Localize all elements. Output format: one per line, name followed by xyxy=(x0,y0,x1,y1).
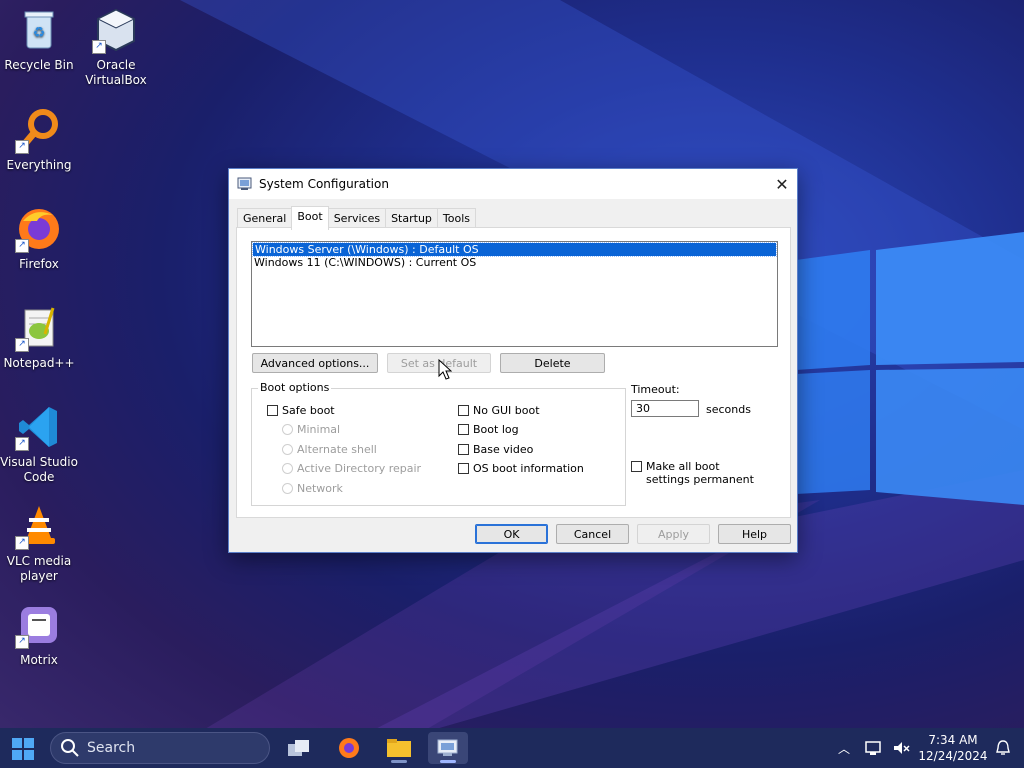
network-icon[interactable] xyxy=(864,739,884,757)
taskbar-file-explorer[interactable] xyxy=(379,732,419,764)
help-button[interactable]: Help xyxy=(718,524,791,544)
desktop-icon-notepad-plus-plus[interactable]: ↗ Notepad++ xyxy=(0,304,78,371)
minimal-radio[interactable]: Minimal xyxy=(282,423,340,436)
vlc-icon: ↗ xyxy=(15,502,63,550)
dialog-titlebar[interactable]: System Configuration ✕ xyxy=(229,169,797,199)
desktop-icon-firefox[interactable]: ↗ Firefox xyxy=(0,205,78,272)
desktop-icon-oracle-virtualbox[interactable]: ↗ Oracle VirtualBox xyxy=(77,6,155,88)
base-video-checkbox[interactable]: Base video xyxy=(458,443,533,456)
taskbar-system-configuration[interactable] xyxy=(428,732,468,764)
desktop-icon-everything[interactable]: ↗ Everything xyxy=(0,106,78,173)
notification-bell-icon[interactable] xyxy=(995,739,1011,757)
mouse-cursor-icon xyxy=(438,359,452,380)
cancel-button[interactable]: Cancel xyxy=(556,524,629,544)
task-view-button[interactable] xyxy=(279,732,319,764)
search-icon xyxy=(61,739,79,757)
firefox-icon xyxy=(339,738,359,758)
clock-date: 12/24/2024 xyxy=(918,749,988,763)
seconds-label: seconds xyxy=(706,403,751,416)
chevron-up-icon[interactable]: ︿ xyxy=(838,740,850,757)
volume-muted-icon[interactable] xyxy=(892,739,912,757)
ok-button[interactable]: OK xyxy=(475,524,548,544)
motrix-icon: ↗ xyxy=(15,601,63,649)
search-label: Search xyxy=(87,740,136,756)
shortcut-arrow-icon: ↗ xyxy=(92,40,106,54)
taskbar-firefox[interactable] xyxy=(329,732,369,764)
os-list-item[interactable]: Windows 11 (C:\WINDOWS) : Current OS xyxy=(252,256,777,269)
msconfig-app-icon xyxy=(237,177,252,190)
shortcut-arrow-icon: ↗ xyxy=(15,239,29,253)
clock-time: 7:34 AM xyxy=(928,733,978,747)
make-permanent-checkbox[interactable]: Make all boot settings permanent xyxy=(631,460,766,486)
firefox-icon: ↗ xyxy=(15,205,63,253)
vscode-icon: ↗ xyxy=(15,403,63,451)
taskbar-clock[interactable]: 7:34 AM 12/24/2024 xyxy=(918,732,988,764)
active-directory-repair-radio[interactable]: Active Directory repair xyxy=(282,462,421,475)
apply-button[interactable]: Apply xyxy=(637,524,710,544)
close-button[interactable]: ✕ xyxy=(767,169,797,199)
checkbox-box[interactable] xyxy=(267,405,278,416)
start-button[interactable] xyxy=(12,738,34,760)
network-radio[interactable]: Network xyxy=(282,482,343,495)
timeout-input[interactable]: 30 xyxy=(631,400,699,417)
system-tray: ︿ xyxy=(838,728,912,768)
desktop-icon-recycle-bin[interactable]: ♻ Recycle Bin xyxy=(0,6,78,73)
tab-boot[interactable]: Boot xyxy=(291,206,329,230)
os-boot-information-checkbox[interactable]: OS boot information xyxy=(458,462,584,475)
notepad-plus-plus-icon: ↗ xyxy=(15,304,63,352)
everything-icon: ↗ xyxy=(15,106,63,154)
safe-boot-checkbox[interactable]: Safe boot xyxy=(267,404,335,417)
shortcut-arrow-icon: ↗ xyxy=(15,140,29,154)
folder-icon xyxy=(387,739,411,757)
desktop-icon-vscode[interactable]: ↗ Visual Studio Code xyxy=(0,403,78,485)
no-gui-boot-checkbox[interactable]: No GUI boot xyxy=(458,404,540,417)
shortcut-arrow-icon: ↗ xyxy=(15,635,29,649)
task-view-icon xyxy=(288,740,309,756)
taskbar-search-box[interactable]: Search xyxy=(50,732,270,764)
os-listbox[interactable]: Windows Server (\Windows) : Default OS W… xyxy=(251,241,778,347)
boot-log-checkbox[interactable]: Boot log xyxy=(458,423,519,436)
alternate-shell-radio[interactable]: Alternate shell xyxy=(282,443,377,456)
taskbar: Search ︿ 7:34 AM 12/24/2024 xyxy=(0,728,1024,768)
shortcut-arrow-icon: ↗ xyxy=(15,338,29,352)
svg-text:♻: ♻ xyxy=(33,25,46,41)
dialog-title: System Configuration xyxy=(259,177,389,191)
recycle-bin-icon: ♻ xyxy=(15,6,63,54)
close-icon: ✕ xyxy=(775,174,789,194)
shortcut-arrow-icon: ↗ xyxy=(15,437,29,451)
delete-button[interactable]: Delete xyxy=(500,353,605,373)
system-configuration-dialog: System Configuration ✕ General Boot Serv… xyxy=(228,168,798,553)
boot-options-group: Boot options Safe boot Minimal Alternate… xyxy=(251,381,626,506)
tab-strip: General Boot Services Startup Tools xyxy=(237,206,477,230)
boot-options-legend: Boot options xyxy=(258,381,332,394)
shortcut-arrow-icon: ↗ xyxy=(15,536,29,550)
desktop-icon-vlc[interactable]: ↗ VLC media player xyxy=(0,502,78,584)
boot-tab-panel: Windows Server (\Windows) : Default OS W… xyxy=(236,227,791,518)
advanced-options-button[interactable]: Advanced options... xyxy=(252,353,378,373)
msconfig-icon xyxy=(437,739,458,756)
windows-logo-icon xyxy=(12,738,34,760)
desktop-icon-motrix[interactable]: ↗ Motrix xyxy=(0,601,78,668)
virtualbox-icon: ↗ xyxy=(92,6,140,54)
os-list-item[interactable]: Windows Server (\Windows) : Default OS xyxy=(252,242,777,257)
timeout-label: Timeout: xyxy=(631,383,680,396)
